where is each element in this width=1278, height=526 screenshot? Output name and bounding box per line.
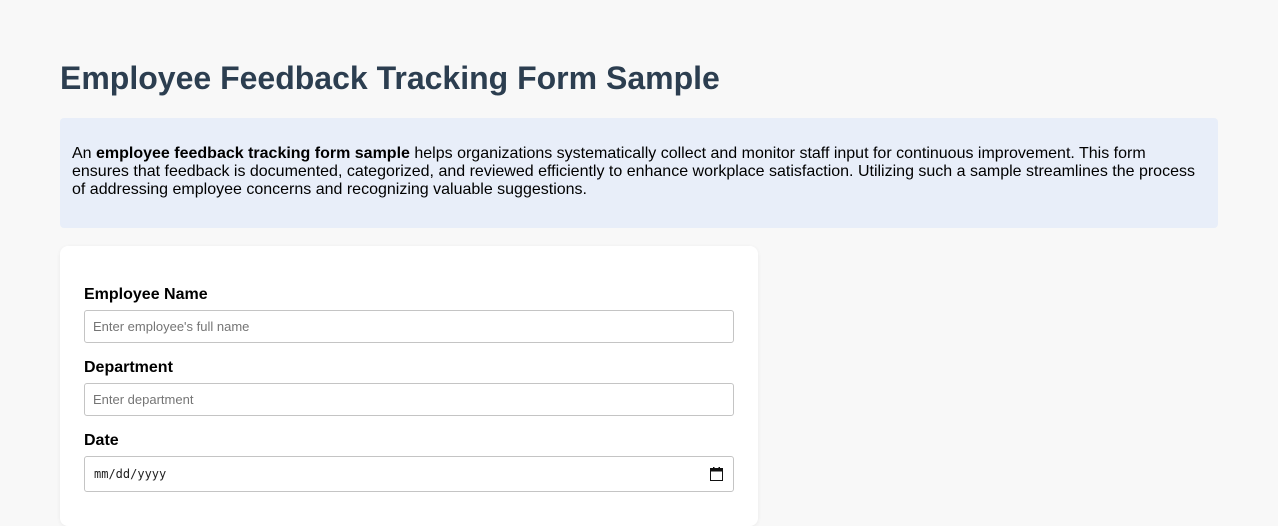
department-input[interactable] bbox=[84, 383, 734, 416]
feedback-form: Employee Name Department Date mm/dd/yyyy bbox=[60, 246, 758, 526]
page-title: Employee Feedback Tracking Form Sample bbox=[60, 60, 720, 96]
calendar-icon[interactable] bbox=[710, 467, 723, 481]
intro-box: An employee feedback tracking form sampl… bbox=[60, 118, 1218, 228]
intro-bold-term: employee feedback tracking form sample bbox=[96, 145, 410, 162]
employee-name-input[interactable] bbox=[84, 310, 734, 343]
intro-prefix: An bbox=[72, 145, 97, 162]
employee-name-label: Employee Name bbox=[84, 286, 208, 303]
date-input[interactable]: mm/dd/yyyy bbox=[84, 456, 734, 492]
department-label: Department bbox=[84, 359, 173, 376]
date-format-text: mm/dd/yyyy bbox=[94, 467, 167, 481]
date-label: Date bbox=[84, 432, 119, 449]
